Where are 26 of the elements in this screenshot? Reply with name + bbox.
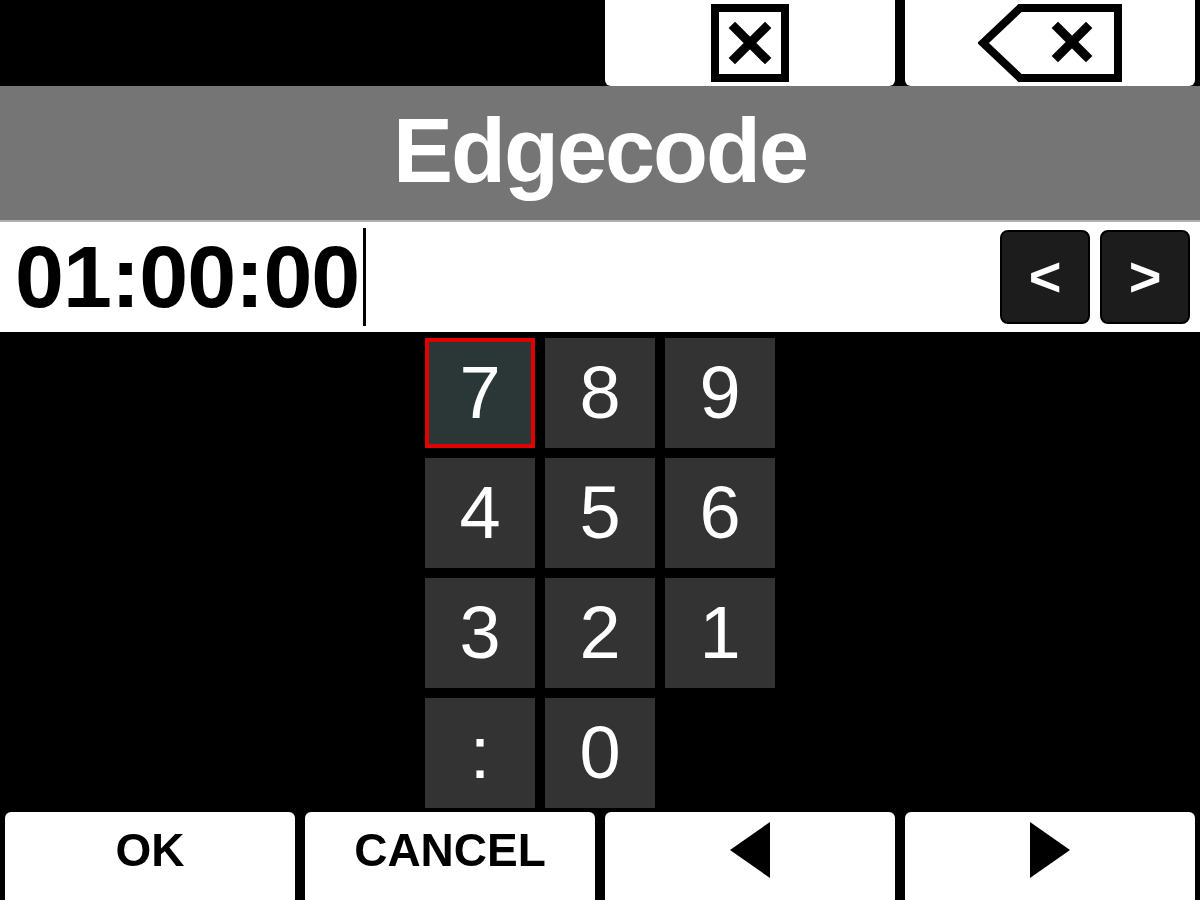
keypad-key[interactable]: 1 — [665, 578, 775, 688]
screen-title: Edgecode — [392, 99, 808, 203]
next-button[interactable] — [905, 812, 1195, 900]
text-cursor-icon — [363, 228, 367, 326]
input-field[interactable]: 01:00:00 — [15, 222, 990, 332]
keypad-key[interactable]: : — [425, 698, 535, 808]
backspace-icon — [978, 4, 1122, 82]
previous-button[interactable] — [605, 812, 895, 900]
keypad-key[interactable]: 2 — [545, 578, 655, 688]
backspace-button[interactable] — [905, 0, 1195, 86]
keypad-key[interactable]: 5 — [545, 458, 655, 568]
keypad-key[interactable]: 9 — [665, 338, 775, 448]
keypad-key[interactable]: 7 — [425, 338, 535, 448]
softkey-button[interactable]: OK — [5, 812, 295, 900]
left-triangle-icon — [730, 822, 770, 878]
keypad-key[interactable]: 4 — [425, 458, 535, 568]
keypad-key[interactable]: 0 — [545, 698, 655, 808]
keypad-key[interactable]: 3 — [425, 578, 535, 688]
right-triangle-icon — [1030, 822, 1070, 878]
keypad-key[interactable]: 8 — [545, 338, 655, 448]
clear-button[interactable] — [605, 0, 895, 86]
cursor-move-button[interactable]: < — [1000, 230, 1090, 324]
close-box-icon — [711, 4, 789, 82]
cursor-move-button[interactable]: > — [1100, 230, 1190, 324]
softkey-button[interactable]: CANCEL — [305, 812, 595, 900]
keypad-key[interactable]: 6 — [665, 458, 775, 568]
